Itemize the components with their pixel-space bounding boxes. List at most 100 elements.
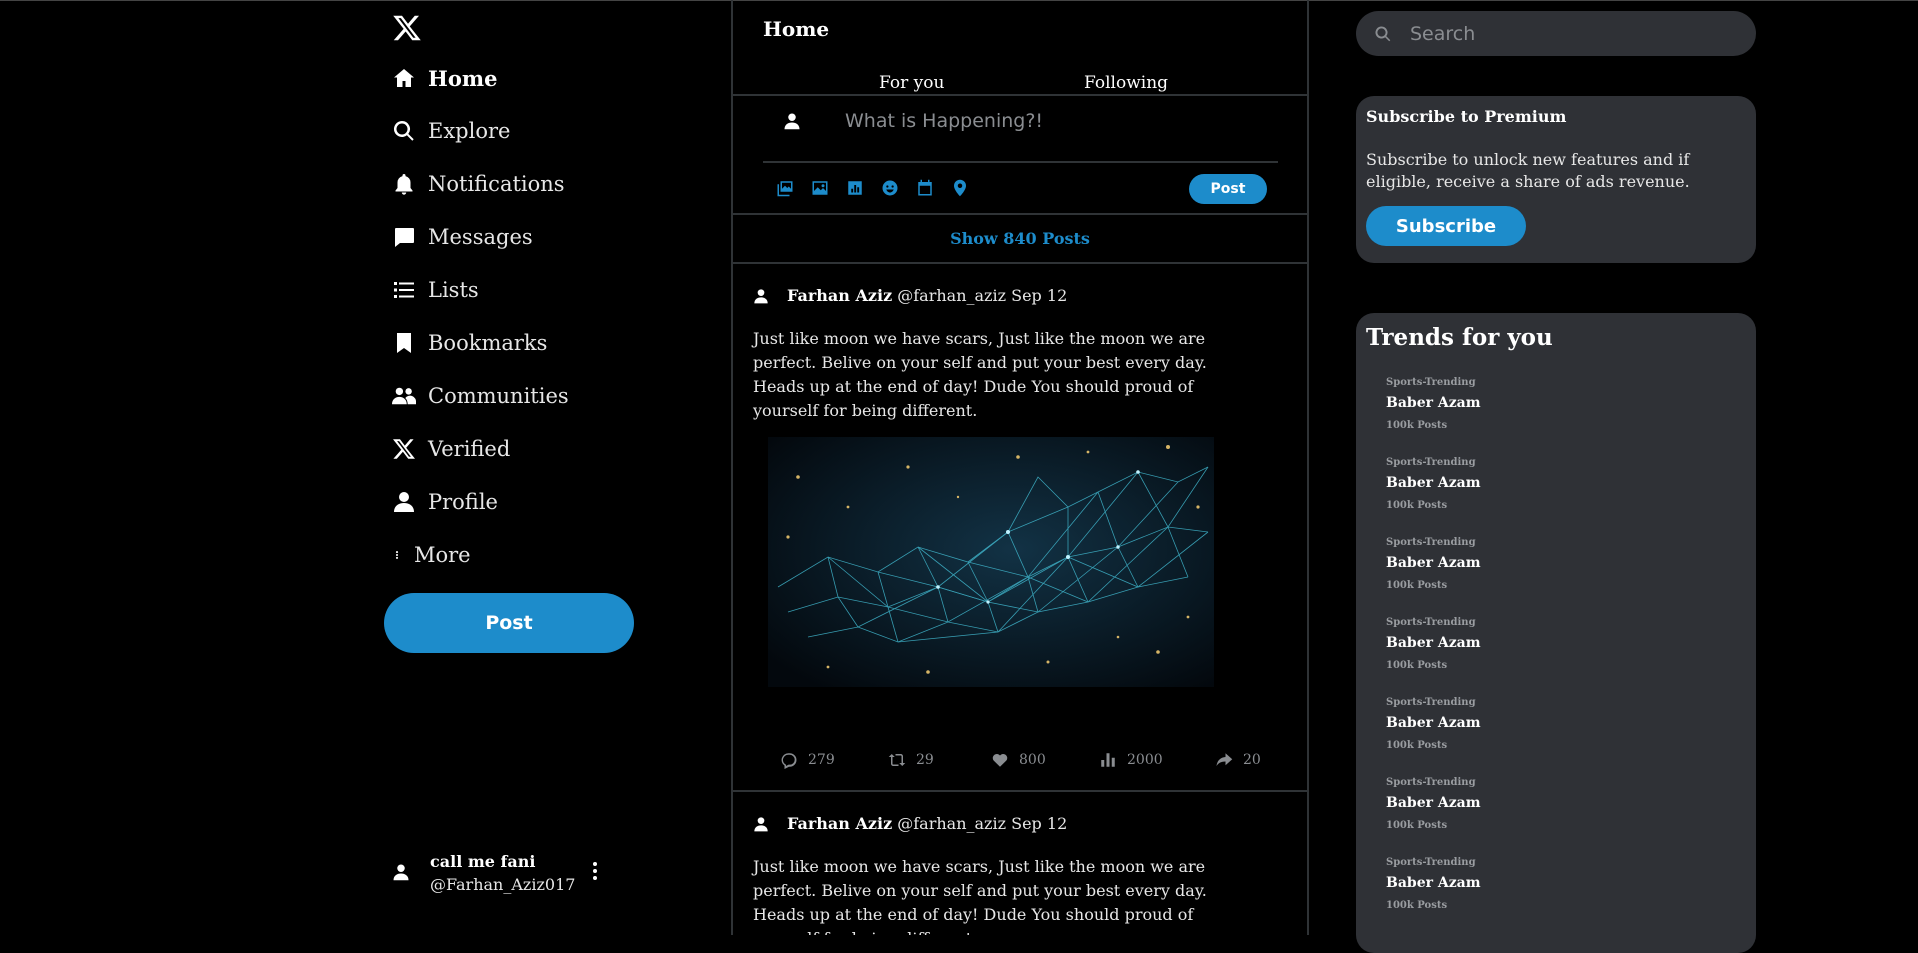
trend-post-count: 100k Posts (1386, 740, 1448, 751)
subscribe-button[interactable]: Subscribe (1366, 206, 1526, 246)
nav-explore[interactable]: Explore (392, 111, 510, 151)
trend-category: Sports-Trending (1386, 697, 1476, 708)
location-icon[interactable] (951, 179, 971, 199)
reply-icon (781, 753, 797, 769)
search-icon (393, 120, 414, 141)
x-logo-icon[interactable] (392, 13, 422, 43)
tab-following[interactable]: Following (1084, 73, 1168, 93)
nav-notifications[interactable]: Notifications (392, 164, 565, 204)
views-button[interactable]: 2000 (1099, 751, 1163, 769)
account-switcher[interactable]: call me fani @Farhan_Aziz017 (392, 852, 597, 896)
share-button[interactable]: 20 (1215, 751, 1261, 769)
tweet-author-name[interactable]: Farhan Aziz (787, 814, 892, 833)
trend-name: Baber Azam (1386, 475, 1481, 491)
bell-icon (395, 174, 413, 195)
trend-item[interactable]: Sports-Trending Baber Azam 100k Posts (1386, 537, 1726, 607)
network-image (768, 437, 1214, 687)
trend-category: Sports-Trending (1386, 617, 1476, 628)
emoji-icon[interactable] (881, 179, 901, 199)
user-display-name: call me fani (430, 852, 536, 871)
tab-for-you[interactable]: For you (879, 73, 944, 93)
post-button[interactable]: Post (384, 593, 634, 653)
more-vertical-icon (395, 551, 399, 559)
heart-icon (992, 753, 1008, 767)
tweet-header: Farhan Aziz @farhan_aziz Sep 12 (787, 286, 1067, 305)
trend-name: Baber Azam (1386, 395, 1481, 411)
trend-category: Sports-Trending (1386, 457, 1476, 468)
premium-card: Subscribe to Premium Subscribe to unlock… (1356, 96, 1756, 263)
image-icon[interactable] (811, 179, 831, 199)
calendar-icon[interactable] (916, 179, 936, 199)
trend-post-count: 100k Posts (1386, 580, 1448, 591)
tweet-author-handle[interactable]: @farhan_aziz (897, 814, 1006, 833)
trend-name: Baber Azam (1386, 795, 1481, 811)
search-input[interactable] (1408, 21, 1732, 46)
compose-avatar-icon (784, 113, 800, 130)
nav-more-label: More (414, 543, 471, 567)
tweet-author-name[interactable]: Farhan Aziz (787, 286, 892, 305)
message-icon (395, 228, 414, 247)
user-handle: @Farhan_Aziz017 (430, 875, 576, 894)
views-chart-icon (1101, 753, 1115, 767)
trend-item[interactable]: Sports-Trending Baber Azam 100k Posts (1386, 697, 1726, 767)
avatar-icon (393, 864, 409, 881)
share-count: 20 (1243, 752, 1261, 768)
communities-icon (392, 387, 416, 405)
trend-post-count: 100k Posts (1386, 900, 1448, 911)
chart-icon[interactable] (846, 179, 866, 199)
nav-communities-label: Communities (428, 384, 569, 408)
profile-icon (394, 492, 414, 512)
nav-notifications-label: Notifications (428, 172, 565, 196)
nav-messages[interactable]: Messages (392, 217, 533, 257)
like-count: 800 (1019, 752, 1046, 768)
tweet[interactable]: Farhan Aziz @farhan_aziz Sep 12 Just lik… (733, 263, 1307, 790)
compose-divider (763, 161, 1278, 163)
nav-verified[interactable]: Verified (392, 429, 510, 469)
search-icon (1375, 25, 1391, 41)
nav-verified-label: Verified (428, 437, 511, 461)
bookmark-icon (397, 333, 411, 353)
repost-button[interactable]: 29 (888, 751, 934, 769)
nav-messages-label: Messages (428, 225, 533, 249)
trend-name: Baber Azam (1386, 715, 1481, 731)
tweet-author-handle[interactable]: @farhan_aziz (897, 286, 1006, 305)
nav-explore-label: Explore (428, 119, 511, 143)
nav-home[interactable]: Home (392, 58, 497, 98)
compose-post-button[interactable]: Post (1189, 174, 1267, 204)
tweet-actions: 279 29 800 2000 20 (733, 751, 1307, 773)
tweet-header: Farhan Aziz @farhan_aziz Sep 12 (787, 814, 1067, 833)
trend-category: Sports-Trending (1386, 537, 1476, 548)
tweet-avatar-icon (754, 289, 768, 304)
gallery-icon[interactable] (776, 179, 796, 199)
trend-category: Sports-Trending (1386, 377, 1476, 388)
nav-bookmarks[interactable]: Bookmarks (392, 323, 547, 363)
trend-name: Baber Azam (1386, 555, 1481, 571)
nav-profile[interactable]: Profile (392, 482, 498, 522)
nav-communities[interactable]: Communities (392, 376, 569, 416)
list-icon (394, 282, 414, 298)
trends-title: Trends for you (1366, 324, 1553, 351)
show-new-posts-link[interactable]: Show 840 Posts (733, 229, 1307, 248)
nav-profile-label: Profile (428, 490, 498, 514)
reply-button[interactable]: 279 (780, 751, 835, 769)
trend-item[interactable]: Sports-Trending Baber Azam 100k Posts (1386, 857, 1726, 927)
tweet-image[interactable] (768, 437, 1214, 687)
sidebar: Home Explore Notifications Messages List… (380, 0, 720, 935)
tweet[interactable]: Farhan Aziz @farhan_aziz Sep 12 Just lik… (733, 791, 1307, 935)
trend-category: Sports-Trending (1386, 777, 1476, 788)
share-icon (1216, 753, 1233, 766)
x-icon (393, 439, 415, 459)
trend-item[interactable]: Sports-Trending Baber Azam 100k Posts (1386, 377, 1726, 447)
trend-item[interactable]: Sports-Trending Baber Azam 100k Posts (1386, 617, 1726, 687)
tweet-text: Just like moon we have scars, Just like … (753, 857, 1207, 935)
trend-category: Sports-Trending (1386, 857, 1476, 868)
trend-item[interactable]: Sports-Trending Baber Azam 100k Posts (1386, 457, 1726, 527)
views-count: 2000 (1127, 752, 1163, 768)
account-more-icon[interactable] (592, 862, 598, 882)
compose-input[interactable] (843, 104, 1247, 138)
trend-item[interactable]: Sports-Trending Baber Azam 100k Posts (1386, 777, 1726, 847)
nav-more[interactable]: More (392, 535, 471, 575)
search-bar[interactable] (1356, 11, 1756, 56)
like-button[interactable]: 800 (991, 751, 1046, 769)
nav-lists[interactable]: Lists (392, 270, 479, 310)
